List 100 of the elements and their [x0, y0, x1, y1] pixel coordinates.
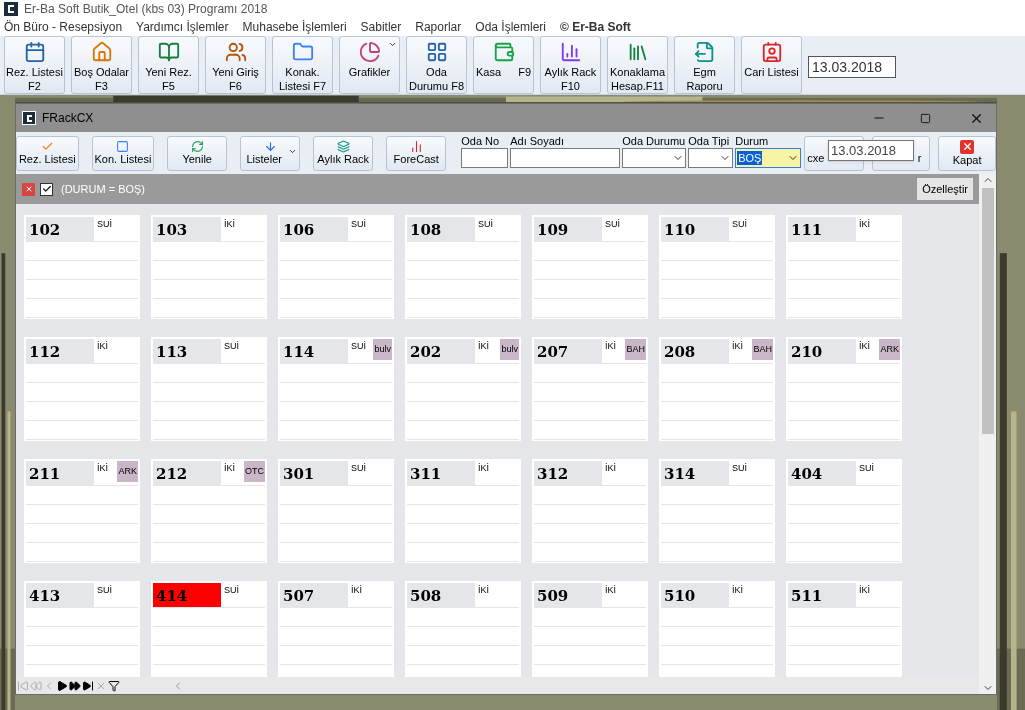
- room-card[interactable]: 508 İKİ: [405, 581, 521, 677]
- field-label: Adı Soyadı: [510, 134, 566, 148]
- room-card[interactable]: 404 SUİ: [786, 459, 902, 563]
- toolbar-button[interactable]: Yeni Giriş F6: [205, 36, 266, 94]
- toolbar-button[interactable]: Cari Listesi: [741, 36, 802, 94]
- room-number: 109: [534, 217, 602, 241]
- menu-item[interactable]: Raporlar: [415, 18, 462, 36]
- room-card[interactable]: 210 İKİ ARK: [786, 337, 902, 441]
- room-number: 207: [534, 339, 602, 363]
- room-tag: bulv: [500, 339, 519, 360]
- next-page-icon[interactable]: [69, 679, 81, 692]
- field-label: Durum: [735, 134, 770, 148]
- filter-text: (DURUM = BOŞ): [61, 181, 146, 197]
- room-card[interactable]: 114 SUİ bulv: [278, 337, 394, 441]
- menu-item[interactable]: Ön Büro - Resepsiyon: [4, 18, 123, 36]
- room-type: İKİ: [477, 462, 489, 475]
- bar-chart-icon: [559, 41, 582, 63]
- room-card[interactable]: 108 SUİ: [405, 215, 521, 319]
- room-card[interactable]: 111 İKİ: [786, 215, 902, 319]
- toolbar-button[interactable]: Konaklama Hesap.F11: [607, 36, 668, 94]
- date-popup: 13.03.2018: [828, 140, 914, 161]
- input-field[interactable]: [510, 147, 621, 168]
- room-type: İKİ: [477, 340, 489, 353]
- house-icon: [90, 41, 113, 63]
- contact-card-icon: [760, 41, 783, 63]
- toolbar-button[interactable]: Rez. Listesi F2: [4, 36, 65, 94]
- room-card[interactable]: 301 SUİ: [278, 459, 394, 563]
- menu-item[interactable]: Oda İşlemleri: [475, 18, 546, 36]
- room-number: 314: [661, 461, 729, 485]
- toolbar-button[interactable]: Rez. Listesi: [16, 135, 79, 171]
- window-title: Er-Ba Soft Butik_Otel (kbs 03) Programı 2018: [24, 1, 268, 18]
- date-field[interactable]: 13.03.2018: [808, 56, 896, 78]
- room-card[interactable]: 509 İKİ: [532, 581, 648, 677]
- room-type: SUİ: [96, 218, 112, 231]
- toolbar-button[interactable]: Konak. Listesi F7: [272, 36, 333, 94]
- room-card[interactable]: 414 SUİ: [151, 581, 267, 677]
- room-card[interactable]: 109 SUİ: [532, 215, 648, 319]
- square-icon: [116, 140, 130, 153]
- room-card[interactable]: 113 SUİ: [151, 337, 267, 441]
- room-type: SUİ: [731, 218, 747, 231]
- calendar-icon: [23, 41, 46, 63]
- menu-item[interactable]: Yardımcı İşlemler: [136, 18, 229, 36]
- room-card[interactable]: 106 SUİ: [278, 215, 394, 319]
- menu-item[interactable]: © Er-Ba Soft: [560, 18, 631, 36]
- customize-button[interactable]: Özelleştir: [917, 178, 973, 200]
- toolbar-button[interactable]: Egm Raporu: [674, 36, 735, 94]
- room-card[interactable]: 413 SUİ: [24, 581, 140, 677]
- filter-checkbox[interactable]: [40, 182, 53, 196]
- toolbar-button[interactable]: Listeler: [240, 135, 301, 171]
- room-card[interactable]: 102 SUİ: [24, 215, 140, 319]
- room-tag: ARK: [117, 461, 138, 482]
- room-card[interactable]: 112 İKİ: [24, 337, 140, 441]
- room-card[interactable]: 208 İKİ BAH: [659, 337, 775, 441]
- room-type: SUİ: [858, 462, 874, 475]
- room-card[interactable]: 110 SUİ: [659, 215, 775, 319]
- room-card[interactable]: 510 İKİ: [659, 581, 775, 677]
- book-icon: [157, 41, 180, 63]
- clear-filter-icon[interactable]: [22, 182, 35, 196]
- input-field[interactable]: [461, 147, 509, 168]
- dropdown-field[interactable]: BOŞ: [735, 147, 802, 168]
- room-type: SUİ: [96, 584, 112, 597]
- toolbar-button[interactable]: Aylık Rack: [313, 135, 374, 171]
- room-type: İKİ: [731, 584, 743, 597]
- room-card[interactable]: 314 SUİ: [659, 459, 775, 563]
- room-card[interactable]: 312 İKİ: [532, 459, 648, 563]
- room-number: 106: [280, 217, 348, 241]
- filter-icon[interactable]: [108, 679, 120, 692]
- toolbar-button[interactable]: Kasa F9: [473, 36, 534, 94]
- room-number: 103: [153, 217, 221, 241]
- dropdown-field[interactable]: [622, 147, 687, 168]
- room-type: SUİ: [223, 340, 239, 353]
- room-card[interactable]: 511 İKİ: [786, 581, 902, 677]
- toolbar-button[interactable]: Yenile: [167, 135, 228, 171]
- toolbar-button[interactable]: Boş Odalar F3: [71, 36, 132, 94]
- maximize-icon[interactable]: [920, 112, 931, 124]
- room-card[interactable]: 311 İKİ: [405, 459, 521, 563]
- dropdown-field[interactable]: [688, 147, 734, 168]
- toolbar-button[interactable]: Grafikler: [339, 36, 400, 94]
- close-button[interactable]: Kapat: [938, 135, 996, 171]
- room-type: SUİ: [604, 218, 620, 231]
- room-card[interactable]: 103 İKİ: [151, 215, 267, 319]
- toolbar-button[interactable]: Yeni Rez. F5: [138, 36, 199, 94]
- menu-item[interactable]: Muhasebe İşlemleri: [242, 18, 347, 36]
- arrow-down-icon: [263, 140, 277, 153]
- room-card[interactable]: 212 İKİ OTC: [151, 459, 267, 563]
- room-card[interactable]: 207 İKİ BAH: [532, 337, 648, 441]
- field-label: Oda No: [461, 134, 501, 148]
- room-type: İKİ: [858, 584, 870, 597]
- room-tag: ARK: [879, 339, 900, 360]
- vertical-scrollbar[interactable]: [979, 174, 996, 694]
- toolbar-button[interactable]: Aylık Rack F10: [540, 36, 601, 94]
- room-card[interactable]: 507 İKİ: [278, 581, 394, 677]
- room-card[interactable]: 211 İKİ ARK: [24, 459, 140, 563]
- menu-item[interactable]: Sabitler: [360, 18, 402, 36]
- room-number: 414: [153, 583, 221, 607]
- toolbar-button[interactable]: ForeCast: [386, 135, 447, 171]
- toolbar-button[interactable]: Oda Durumu F8: [406, 36, 467, 94]
- room-card[interactable]: 202 İKİ bulv: [405, 337, 521, 441]
- toolbar-button[interactable]: Kon. Listesi: [91, 135, 155, 171]
- room-number: 510: [661, 583, 729, 607]
